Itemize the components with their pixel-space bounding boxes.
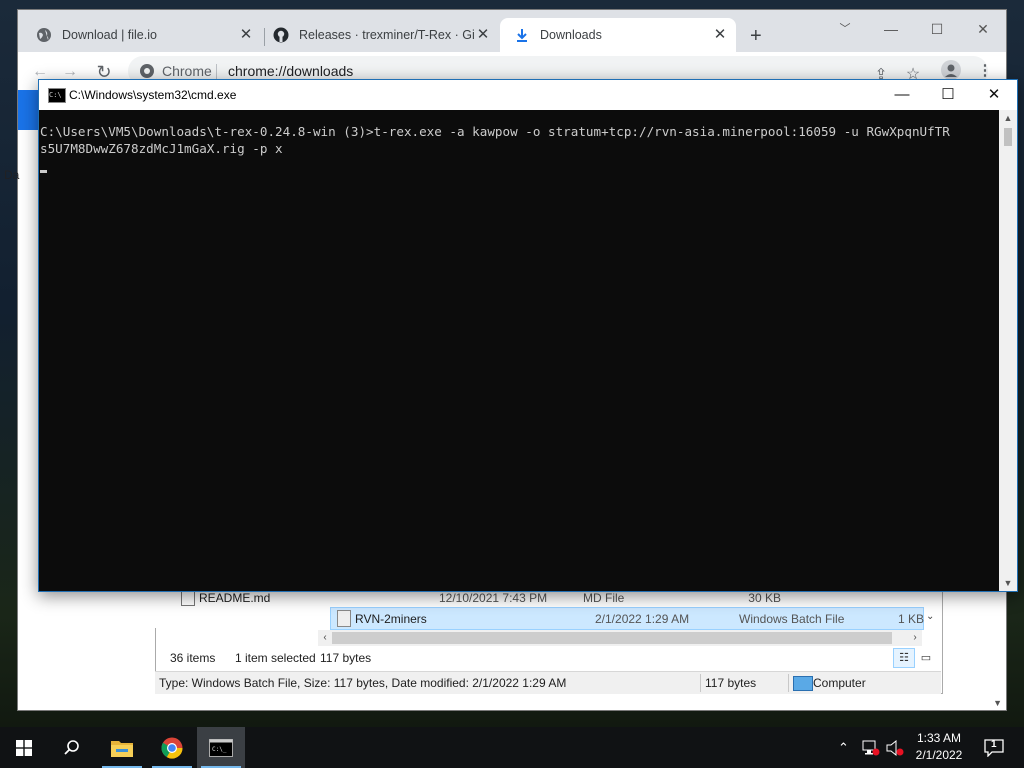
show-hidden-icons-chevron-icon[interactable]: ⌃ <box>838 727 849 768</box>
close-button[interactable]: ✕ <box>971 82 1017 108</box>
details-status-bar: Type: Windows Batch File, Size: 117 byte… <box>155 671 941 694</box>
scroll-left-icon[interactable]: ‹ <box>318 630 332 646</box>
svg-text:C:\_: C:\_ <box>212 746 227 753</box>
vertical-scrollbar[interactable]: ▲ ▼ <box>999 110 1017 591</box>
scroll-down-icon[interactable]: ▼ <box>999 575 1017 591</box>
chrome-logo-icon <box>140 64 154 78</box>
tab-label: Downloads <box>540 28 602 42</box>
omnibox-divider <box>216 64 217 80</box>
minimize-button[interactable]: — <box>868 16 914 42</box>
file-size: 30 KB <box>748 590 781 605</box>
close-button[interactable]: ✕ <box>960 16 1006 42</box>
scroll-down-arrow-icon[interactable]: ▼ <box>993 698 1002 708</box>
cmd-titlebar[interactable]: C:\ C:\Windows\system32\cmd.exe — ☐ ✕ <box>39 80 1017 110</box>
file-name: RVN-2miners <box>355 611 427 626</box>
cmd-title: C:\Windows\system32\cmd.exe <box>69 88 237 102</box>
chevron-down-icon[interactable]: ⌄ <box>926 611 934 622</box>
file-type: Windows Batch File <box>739 611 845 626</box>
file-explorer-icon[interactable] <box>98 727 146 768</box>
tab-label: Releases · trexminer/T-Rex · GitH <box>299 28 474 42</box>
divider <box>788 674 789 692</box>
network-icon[interactable] <box>862 727 880 768</box>
notification-count: 1 <box>991 739 997 750</box>
omnibox-scheme-label: Chrome <box>162 63 212 79</box>
tab-strip: Download | file.io ✕ Releases · trexmine… <box>18 10 1006 52</box>
maximize-button[interactable]: ☐ <box>914 16 960 42</box>
file-details: Type: Windows Batch File, Size: 117 byte… <box>159 676 567 690</box>
console-output[interactable]: C:\Users\VM5\Downloads\t-rex-0.24.8-win … <box>39 110 999 591</box>
github-icon <box>273 27 289 43</box>
file-row-selected[interactable]: RVN-2miners 2/1/2022 1:29 AM Windows Bat… <box>330 607 924 630</box>
file-date: 2/1/2022 1:29 AM <box>595 611 690 626</box>
volume-muted-icon[interactable] <box>886 727 904 768</box>
windows-start-icon[interactable] <box>0 727 48 768</box>
file-name: README.md <box>199 590 271 605</box>
scroll-right-icon[interactable]: › <box>908 630 922 646</box>
clock-date: 2/1/2022 <box>915 748 963 762</box>
notification-center-icon[interactable]: 1 <box>984 727 1004 768</box>
chrome-icon[interactable] <box>148 727 196 768</box>
close-icon[interactable]: ✕ <box>712 27 728 43</box>
tab-label: Download | file.io <box>62 28 157 42</box>
close-icon[interactable]: ✕ <box>475 27 491 43</box>
clock-time: 1:33 AM <box>916 731 962 745</box>
item-count: 36 items <box>170 651 216 665</box>
large-icons-view-icon[interactable]: ▭ <box>915 648 937 668</box>
globe-icon <box>36 27 52 43</box>
details-size: 117 bytes <box>705 676 757 690</box>
computer-icon <box>793 676 813 691</box>
location-label: Computer <box>813 676 866 690</box>
batch-file-gear-icon <box>337 610 351 627</box>
divider <box>700 674 701 692</box>
close-icon[interactable]: ✕ <box>238 27 254 43</box>
new-tab-button[interactable]: + <box>750 26 762 46</box>
console-line: s5U7M8DwwZ678zdMcJ1mGaX.rig -p x <box>40 141 283 156</box>
downloads-header-bar <box>18 90 40 130</box>
tab-github-releases[interactable]: Releases · trexminer/T-Rex · GitH ✕ <box>259 18 499 52</box>
url-text[interactable]: chrome://downloads <box>228 63 353 79</box>
selection-count: 1 item selected <box>235 651 316 665</box>
system-clock[interactable]: 1:33 AM 2/1/2022 <box>904 730 974 764</box>
scroll-up-icon[interactable]: ▲ <box>999 110 1017 126</box>
tab-downloads[interactable]: Downloads ✕ <box>500 18 736 52</box>
cmd-window: C:\ C:\Windows\system32\cmd.exe — ☐ ✕ C:… <box>38 79 1018 592</box>
cmd-taskbar-icon[interactable]: C:\_ <box>197 727 245 768</box>
explorer-status-bar: 36 items 1 item selected 117 bytes <box>155 648 941 670</box>
maximize-button[interactable]: ☐ <box>925 82 971 108</box>
console-line: C:\Users\VM5\Downloads\t-rex-0.24.8-win … <box>40 124 950 139</box>
tab-search-icon[interactable]: ﹀ <box>822 16 868 42</box>
downloads-title-fragment: Da <box>4 168 20 182</box>
scrollbar-thumb[interactable] <box>332 632 892 644</box>
minimize-button[interactable]: — <box>879 82 925 108</box>
file-size: 1 KB <box>897 611 924 626</box>
details-view-icon[interactable]: ☷ <box>893 648 915 668</box>
selection-size: 117 bytes <box>320 651 372 665</box>
taskbar: C:\_ ⌃ 1:33 AM 2/1/2022 1 <box>0 727 1024 768</box>
search-icon[interactable] <box>48 727 96 768</box>
download-icon <box>514 27 530 43</box>
text-cursor <box>40 170 47 173</box>
file-type: MD File <box>583 590 625 605</box>
tab-file-io[interactable]: Download | file.io ✕ <box>22 18 262 52</box>
horizontal-scrollbar[interactable]: ‹ › <box>318 630 922 646</box>
file-date: 12/10/2021 7:43 PM <box>439 590 548 605</box>
site-info[interactable]: Chrome <box>140 63 212 79</box>
scrollbar-thumb[interactable] <box>1004 128 1012 146</box>
cmd-icon: C:\ <box>48 88 66 103</box>
